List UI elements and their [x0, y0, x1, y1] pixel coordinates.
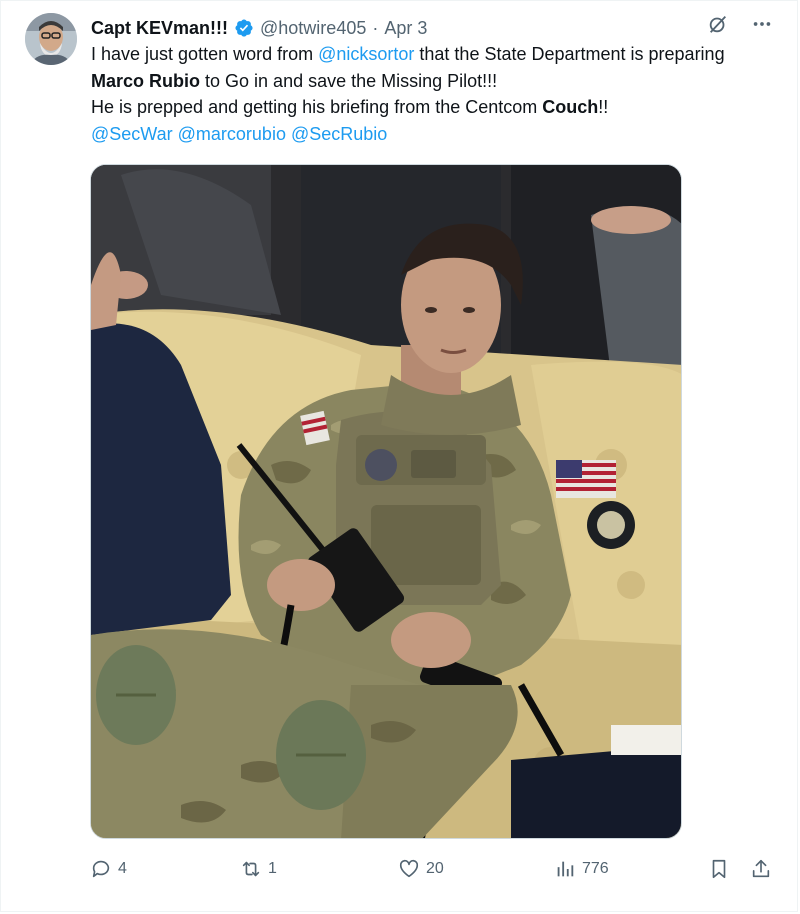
reply-count: 4	[118, 860, 127, 877]
mention-link[interactable]: @SecWar	[91, 124, 173, 144]
tweet-text-segment: I have just gotten word from	[91, 44, 319, 64]
reply-button[interactable]: 4	[90, 853, 127, 885]
share-icon	[750, 858, 772, 880]
avatar[interactable]	[25, 13, 77, 65]
view-count: 776	[582, 860, 609, 877]
heart-icon	[398, 858, 420, 880]
views-button[interactable]: 776	[554, 853, 609, 885]
more-icon[interactable]	[751, 13, 773, 35]
share-button[interactable]	[750, 853, 772, 885]
post-date[interactable]: Apr 3	[384, 18, 427, 39]
display-name[interactable]: Capt KEVman!!!	[91, 18, 228, 39]
like-count: 20	[426, 860, 444, 877]
mention-link[interactable]: @nicksortor	[318, 44, 414, 64]
grok-icon[interactable]	[707, 13, 729, 35]
bookmark-button[interactable]	[708, 853, 730, 885]
action-bar: 4 1 20 776	[90, 853, 780, 885]
bold-text: Marco Rubio	[91, 70, 201, 91]
views-icon	[554, 858, 576, 880]
bookmark-icon	[708, 858, 730, 880]
reply-icon	[90, 858, 112, 880]
tweet-text: I have just gotten word from @nicksortor…	[91, 41, 781, 147]
separator-dot: ·	[372, 17, 379, 38]
repost-icon	[240, 858, 262, 880]
tweet-card[interactable]: Capt KEVman!!! @hotwire405 · Apr 3 I hav…	[0, 0, 798, 912]
repost-button[interactable]: 1	[240, 853, 277, 885]
tweet-header: Capt KEVman!!! @hotwire405 · Apr 3	[91, 15, 777, 41]
repost-count: 1	[268, 860, 277, 877]
mention-link[interactable]: @marcorubio	[178, 124, 286, 144]
tweet-text-segment: to Go in and save the Missing Pilot!!!	[200, 70, 498, 91]
like-button[interactable]: 20	[398, 853, 444, 885]
tweet-text-segment: that the State Department is preparing	[414, 44, 725, 64]
tweet-text-segment: He is prepped and getting his briefing f…	[91, 97, 543, 117]
verified-badge-icon	[234, 18, 254, 38]
bold-text: Couch	[542, 97, 599, 117]
author-handle[interactable]: @hotwire405	[260, 18, 366, 39]
tweet-text-segment: !!	[598, 97, 609, 117]
header-actions	[707, 13, 773, 35]
post-photo[interactable]	[90, 164, 682, 839]
mention-link[interactable]: @SecRubio	[291, 124, 387, 144]
